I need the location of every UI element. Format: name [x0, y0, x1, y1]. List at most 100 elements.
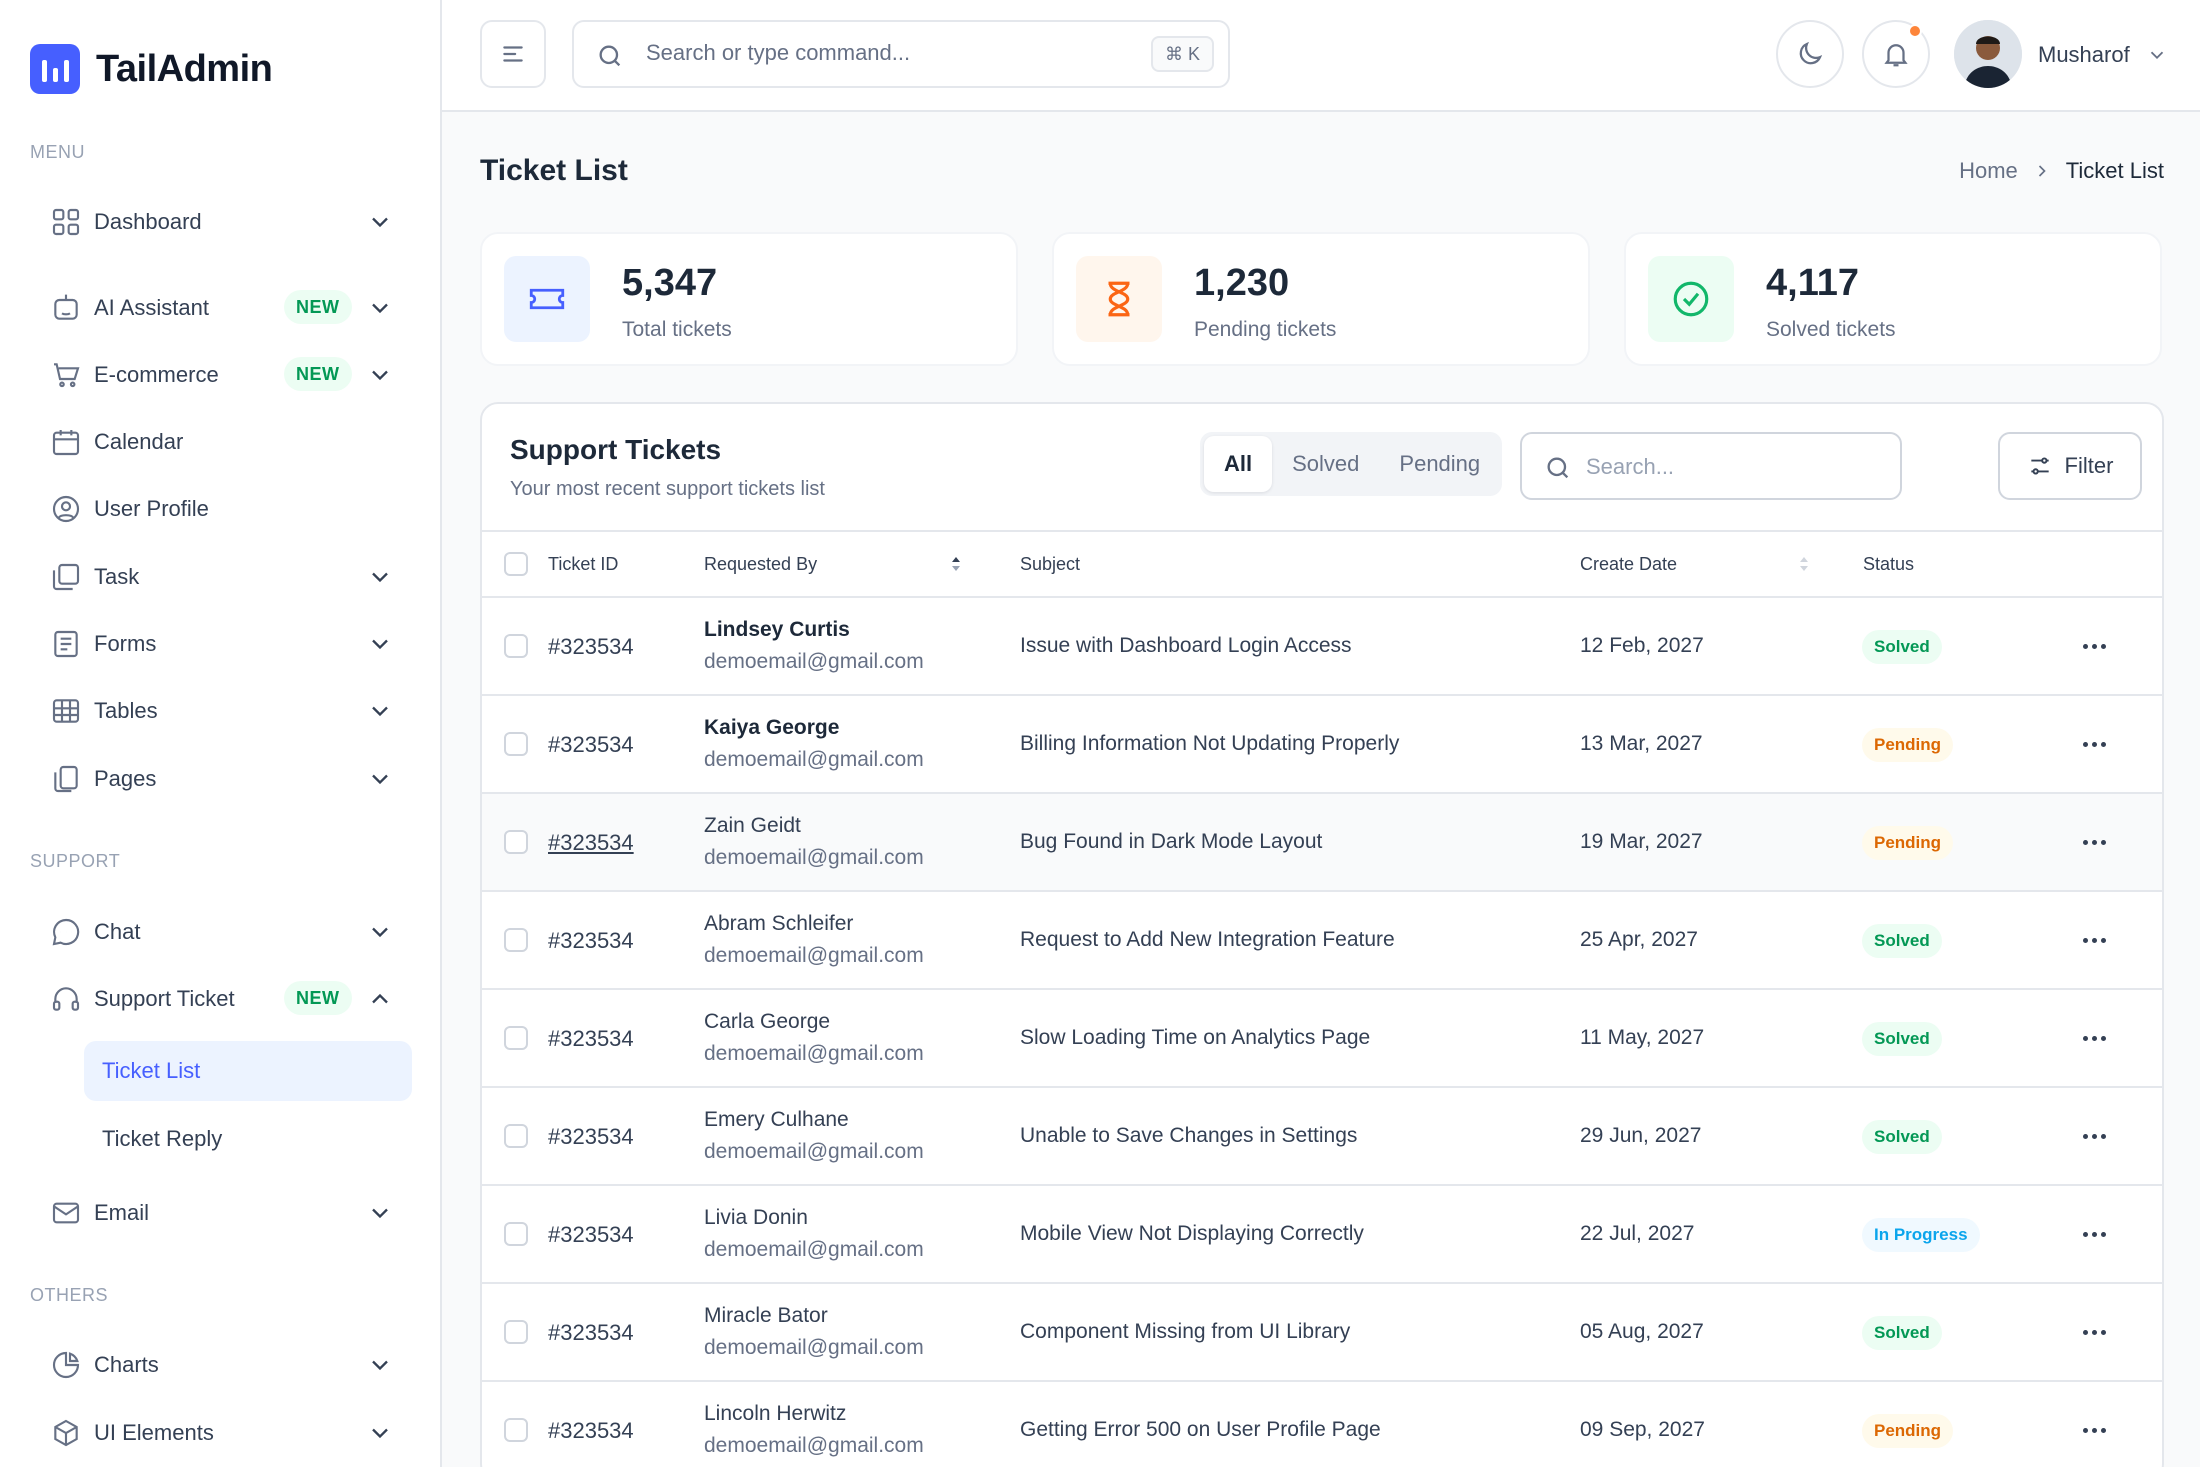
avatar[interactable]: [1954, 20, 2022, 88]
table-row[interactable]: #323534 Zain Geidt demoemail@gmail.com B…: [482, 794, 2162, 892]
ticket-subject: Issue with Dashboard Login Access: [1020, 634, 1352, 657]
sidebar-item-ai-assistant[interactable]: AI Assistant NEW: [30, 280, 410, 336]
ticket-id[interactable]: #323534: [548, 634, 634, 660]
column-create-date[interactable]: Create Date: [1580, 554, 1677, 575]
dark-mode-toggle[interactable]: [1776, 20, 1844, 88]
tab-solved[interactable]: Solved: [1272, 436, 1379, 492]
more-options-icon[interactable]: [2078, 632, 2110, 660]
ticket-search-input[interactable]: [1586, 454, 1876, 480]
logo-icon: [30, 44, 80, 94]
requester-name: Abram Schleifer: [704, 912, 854, 935]
create-date: 25 Apr, 2027: [1580, 928, 1698, 951]
more-options-icon[interactable]: [2078, 730, 2110, 758]
user-name[interactable]: Musharof: [2038, 42, 2130, 68]
requester-name: Miracle Bator: [704, 1304, 828, 1327]
notifications-button[interactable]: [1862, 20, 1930, 88]
requester-email: demoemail@gmail.com: [704, 650, 924, 673]
ticket-id[interactable]: #323534: [548, 1418, 634, 1444]
status-badge: Pending: [1862, 728, 1954, 762]
more-options-icon[interactable]: [2078, 1318, 2110, 1346]
row-checkbox[interactable]: [504, 732, 528, 756]
stat-value: 4,117: [1766, 262, 1859, 304]
more-options-icon[interactable]: [2078, 1122, 2110, 1150]
more-options-icon[interactable]: [2078, 1220, 2110, 1248]
table-row[interactable]: #323534 Emery Culhane demoemail@gmail.co…: [482, 1088, 2162, 1186]
sidebar-item-pages[interactable]: Pages: [30, 751, 410, 807]
ticket-id[interactable]: #323534: [548, 1320, 634, 1346]
sidebar-item-chat[interactable]: Chat: [30, 904, 410, 960]
sidebar-item-label: User Profile: [94, 496, 209, 521]
column-requested-by[interactable]: Requested By: [704, 554, 817, 575]
table-row[interactable]: #323534 Lincoln Herwitz demoemail@gmail.…: [482, 1382, 2162, 1467]
requester-email: demoemail@gmail.com: [704, 1336, 924, 1359]
requester-name: Emery Culhane: [704, 1108, 849, 1131]
filter-button[interactable]: Filter: [1998, 432, 2142, 500]
sidebar-item-label: UI Elements: [94, 1420, 214, 1445]
breadcrumb-home[interactable]: Home: [1959, 158, 2018, 184]
row-checkbox[interactable]: [504, 634, 528, 658]
row-checkbox[interactable]: [504, 830, 528, 854]
table-row[interactable]: #323534 Abram Schleifer demoemail@gmail.…: [482, 892, 2162, 990]
sidebar-toggle-button[interactable]: [480, 20, 546, 88]
top-header: ⌘ K Musharof: [442, 0, 2200, 112]
row-checkbox[interactable]: [504, 1026, 528, 1050]
sidebar-item-ui-elements[interactable]: UI Elements: [30, 1405, 410, 1461]
row-checkbox[interactable]: [504, 1418, 528, 1442]
sidebar: TailAdmin MENU Dashboard AI Assistant NE…: [0, 0, 442, 1467]
status-badge: Solved: [1862, 1316, 1942, 1350]
ticket-id[interactable]: #323534: [548, 1124, 634, 1150]
ticket-id[interactable]: #323534: [548, 830, 634, 856]
sidebar-item-calendar[interactable]: Calendar: [30, 414, 410, 470]
sidebar-item-label: E-commerce: [94, 362, 219, 387]
create-date: 19 Mar, 2027: [1580, 830, 1703, 853]
app-logo[interactable]: TailAdmin: [30, 44, 273, 94]
table-row[interactable]: #323534 Miracle Bator demoemail@gmail.co…: [482, 1284, 2162, 1382]
more-options-icon[interactable]: [2078, 828, 2110, 856]
chevron-down-icon: [372, 1360, 388, 1371]
sidebar-item-tables[interactable]: Tables: [30, 683, 410, 739]
ticket-id[interactable]: #323534: [548, 732, 634, 758]
chevron-right-icon: [2038, 165, 2046, 177]
search-input[interactable]: [646, 40, 1126, 66]
sidebar-item-dashboard[interactable]: Dashboard: [30, 194, 410, 250]
ticket-id[interactable]: #323534: [548, 1026, 634, 1052]
table-row[interactable]: #323534 Kaiya George demoemail@gmail.com…: [482, 696, 2162, 794]
sidebar-item-charts[interactable]: Charts: [30, 1337, 410, 1393]
sidebar-subitem-ticket-list[interactable]: Ticket List: [84, 1041, 412, 1101]
sidebar-item-email[interactable]: Email: [30, 1185, 410, 1241]
row-checkbox[interactable]: [504, 1222, 528, 1246]
select-all-checkbox[interactable]: [504, 552, 528, 576]
global-search[interactable]: ⌘ K: [572, 20, 1230, 88]
sidebar-item-forms[interactable]: Forms: [30, 616, 410, 672]
chevron-down-icon[interactable]: [2146, 44, 2168, 66]
ticket-subject: Component Missing from UI Library: [1020, 1320, 1351, 1343]
sidebar-item-user-profile[interactable]: User Profile: [30, 481, 410, 537]
ticket-search[interactable]: [1520, 432, 1902, 500]
stat-value: 1,230: [1194, 262, 1290, 304]
ticket-id[interactable]: #323534: [548, 928, 634, 954]
row-checkbox[interactable]: [504, 1124, 528, 1148]
status-badge: Pending: [1862, 826, 1954, 860]
more-options-icon[interactable]: [2078, 1416, 2110, 1444]
sidebar-subitem-ticket-reply[interactable]: Ticket Reply: [84, 1109, 412, 1169]
more-options-icon[interactable]: [2078, 1024, 2110, 1052]
table-header: Ticket ID Requested By Subject Create Da…: [482, 530, 2162, 598]
more-options-icon[interactable]: [2078, 926, 2110, 954]
ticket-id[interactable]: #323534: [548, 1222, 634, 1248]
sidebar-item-task[interactable]: Task: [30, 549, 410, 605]
row-checkbox[interactable]: [504, 928, 528, 952]
tab-pending[interactable]: Pending: [1379, 436, 1500, 492]
sort-icon[interactable]: [1798, 552, 1810, 576]
table-row[interactable]: #323534 Livia Donin demoemail@gmail.com …: [482, 1186, 2162, 1284]
sort-icon[interactable]: [950, 552, 962, 576]
sidebar-item-support-ticket[interactable]: Support Ticket NEW: [30, 971, 410, 1027]
table-row[interactable]: #323534 Lindsey Curtis demoemail@gmail.c…: [482, 598, 2162, 696]
table-icon: [30, 683, 86, 739]
ticket-icon: [504, 256, 590, 342]
filter-label: Filter: [2064, 453, 2114, 478]
tab-all[interactable]: All: [1204, 436, 1273, 492]
sidebar-item-ecommerce[interactable]: E-commerce NEW: [30, 347, 410, 403]
filter-icon: [2030, 457, 2049, 475]
row-checkbox[interactable]: [504, 1320, 528, 1344]
table-row[interactable]: #323534 Carla George demoemail@gmail.com…: [482, 990, 2162, 1088]
